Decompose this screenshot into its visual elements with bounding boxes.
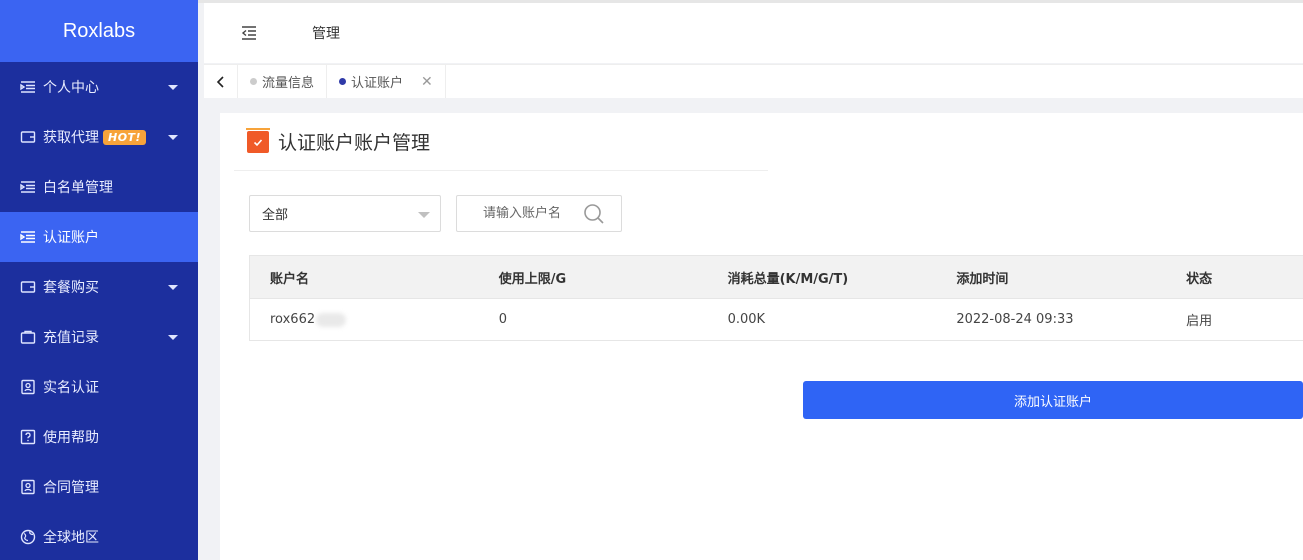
account-name: rox662 xyxy=(270,312,316,327)
list-icon xyxy=(20,229,36,245)
cell-limit: 0 xyxy=(498,312,508,327)
caret-down-icon xyxy=(418,212,430,218)
main-card: 认证账户账户管理 全部 账户名 使用上限/G 消耗总量(K/M/G/T) 添加时… xyxy=(220,113,1303,560)
sidebar-item-contracts[interactable]: 合同管理 xyxy=(0,462,198,512)
menu-toggle-icon[interactable] xyxy=(240,24,258,42)
caret-down-icon xyxy=(168,285,178,290)
wallet-icon xyxy=(20,129,36,145)
tab-dot-icon xyxy=(250,78,257,85)
search-box xyxy=(456,195,622,232)
list-icon xyxy=(20,179,36,195)
globe-icon xyxy=(20,529,36,545)
sidebar-item-recharge-records[interactable]: 充值记录 xyxy=(0,312,198,362)
sidebar-item-label: 充值记录 xyxy=(43,330,99,346)
calendar-check-icon xyxy=(246,127,270,153)
sidebar-item-auth-account[interactable]: 认证账户 xyxy=(0,212,198,262)
add-auth-account-button[interactable]: 添加认证账户 xyxy=(803,381,1303,419)
brand-logo[interactable]: Roxlabs xyxy=(0,0,198,62)
sidebar-item-package-purchase[interactable]: 套餐购买 xyxy=(0,262,198,312)
cell-usage: 0.00K xyxy=(727,312,766,327)
top-bar: 管理 xyxy=(204,3,1303,63)
wallet-icon xyxy=(20,279,36,295)
filter-selected-value: 全部 xyxy=(262,208,289,223)
id-card-icon xyxy=(20,379,36,395)
caret-down-icon xyxy=(168,85,178,90)
table-header-row: 账户名 使用上限/G 消耗总量(K/M/G/T) 添加时间 状态 xyxy=(250,256,1303,298)
id-card-icon xyxy=(20,479,36,495)
tab-scroll-left-button[interactable] xyxy=(204,65,238,98)
search-icon[interactable] xyxy=(583,203,605,225)
hot-badge: HOT! xyxy=(103,129,147,145)
sidebar: Roxlabs 个人中心 获取代理 HOT! 白名单管理 认证账户 套餐购买 充… xyxy=(0,0,198,560)
caret-down-icon xyxy=(168,135,178,140)
close-icon[interactable]: ✕ xyxy=(421,74,433,90)
sidebar-item-get-proxy[interactable]: 获取代理 HOT! xyxy=(0,112,198,162)
sidebar-item-whitelist[interactable]: 白名单管理 xyxy=(0,162,198,212)
sidebar-item-label: 获取代理 xyxy=(43,130,99,146)
list-icon xyxy=(20,79,36,95)
cell-added-time: 2022-08-24 09:33 xyxy=(956,312,1074,327)
tab-label: 流量信息 xyxy=(262,76,315,91)
caret-down-icon xyxy=(168,335,178,340)
header-title[interactable]: 管理 xyxy=(312,23,340,43)
column-header: 添加时间 xyxy=(956,271,1009,287)
accounts-table: 账户名 使用上限/G 消耗总量(K/M/G/T) 添加时间 状态 rox662 … xyxy=(249,255,1303,341)
column-header: 状态 xyxy=(1186,271,1213,287)
account-filter-select[interactable]: 全部 xyxy=(249,195,441,232)
chevron-left-icon xyxy=(216,75,224,88)
help-icon xyxy=(20,429,36,445)
sidebar-item-label: 实名认证 xyxy=(43,380,99,396)
page-title: 认证账户账户管理 xyxy=(278,132,431,154)
sidebar-item-help[interactable]: 使用帮助 xyxy=(0,412,198,462)
search-input[interactable] xyxy=(483,206,593,221)
sidebar-item-personal-center[interactable]: 个人中心 xyxy=(0,62,198,112)
sidebar-item-global-regions[interactable]: 全球地区 xyxy=(0,512,198,560)
table-row[interactable]: rox662 0 0.00K 2022-08-24 09:33 启用 xyxy=(250,298,1303,340)
sidebar-item-label: 认证账户 xyxy=(43,230,99,246)
cell-status: 启用 xyxy=(1186,314,1213,329)
sidebar-item-label: 使用帮助 xyxy=(43,430,99,446)
tab-auth-account[interactable]: 认证账户 ✕ xyxy=(327,65,446,98)
card-header: 认证账户账户管理 xyxy=(234,113,768,171)
sidebar-item-label: 个人中心 xyxy=(43,80,99,96)
cell-account: rox662 xyxy=(250,312,479,327)
column-header: 消耗总量(K/M/G/T) xyxy=(727,271,849,287)
sidebar-item-label: 白名单管理 xyxy=(43,180,113,196)
sidebar-item-label: 套餐购买 xyxy=(43,280,99,296)
column-header: 使用上限/G xyxy=(498,271,567,287)
sidebar-item-real-name[interactable]: 实名认证 xyxy=(0,362,198,412)
tab-bar: 流量信息 认证账户 ✕ xyxy=(204,64,1303,98)
tab-dot-icon xyxy=(339,78,347,85)
sidebar-item-label: 合同管理 xyxy=(43,480,99,496)
bag-icon xyxy=(20,329,36,345)
tab-label: 认证账户 xyxy=(351,76,404,91)
redacted-blur xyxy=(316,312,347,327)
column-header: 账户名 xyxy=(270,271,310,287)
sidebar-item-label: 全球地区 xyxy=(43,530,99,546)
tab-traffic-info[interactable]: 流量信息 xyxy=(238,65,328,98)
